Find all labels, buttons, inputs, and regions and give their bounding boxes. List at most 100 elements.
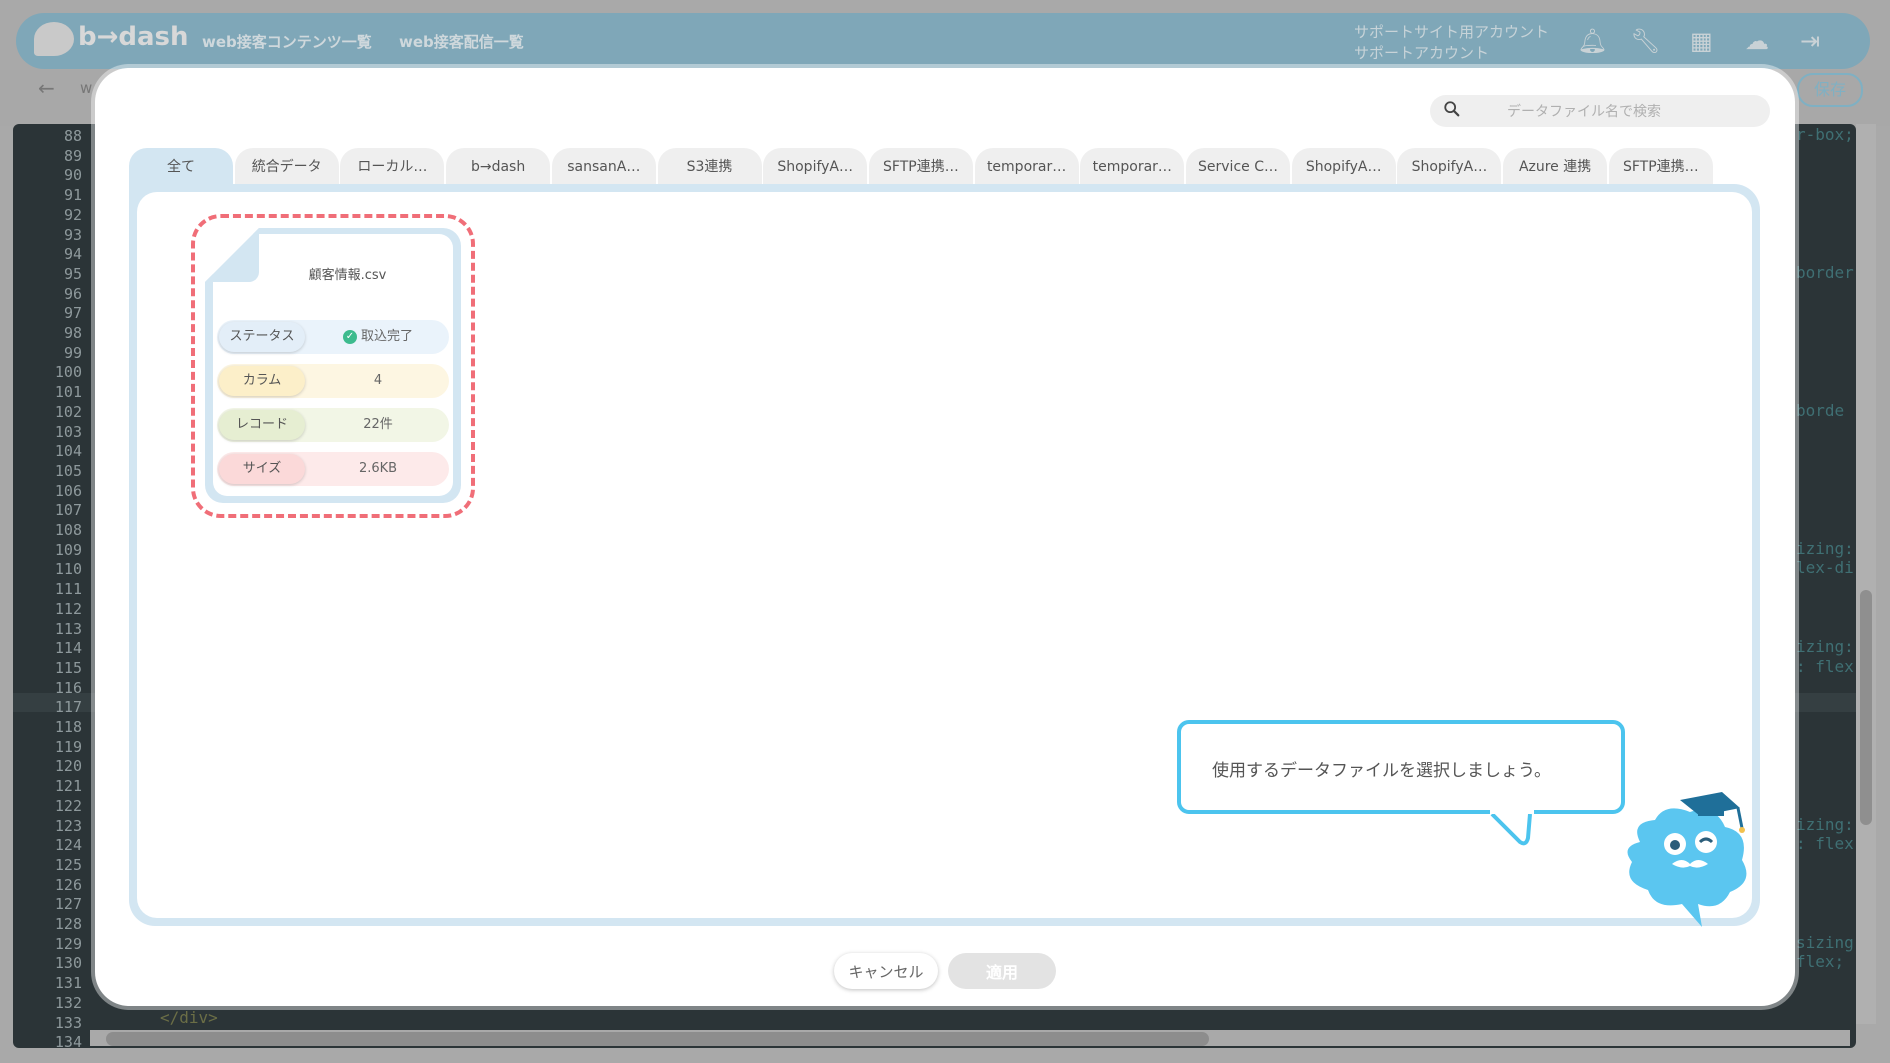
mascot-icon: [1627, 792, 1747, 927]
line-number: 120: [54, 757, 82, 776]
nav-web-content-list[interactable]: web接客コンテンツ一覧: [202, 31, 372, 52]
line-number: 130: [54, 954, 82, 973]
account-sub: サポートアカウント: [1354, 44, 1490, 62]
record-label: レコード: [219, 410, 305, 440]
line-number: 117: [54, 698, 82, 717]
line-number: 93: [63, 225, 82, 244]
line-number: 98: [63, 324, 82, 342]
code-fragment: sizing: [1796, 932, 1854, 952]
wrench-icon[interactable]: 🔧︎: [1630, 27, 1660, 55]
line-number: 89: [63, 146, 82, 165]
status-value: ✓ 取込完了: [307, 320, 449, 354]
code-fragment: flex;: [1796, 952, 1845, 972]
nav-web-delivery-list[interactable]: web接客配信一覧: [399, 31, 524, 52]
line-number: 129: [54, 934, 82, 953]
line-number: 99: [63, 343, 82, 362]
vertical-scroll-thumb[interactable]: [1860, 590, 1872, 825]
save-button[interactable]: 保存: [1797, 73, 1863, 107]
code-fragment: border: [1796, 262, 1854, 282]
column-row: カラム 4: [217, 364, 449, 398]
search-icon: [1444, 101, 1460, 117]
apps-grid-icon[interactable]: ▦: [1690, 27, 1713, 55]
line-number: 97: [63, 304, 82, 323]
line-number: 119: [54, 737, 82, 756]
code-fragment: izing:: [1796, 814, 1854, 834]
size-row: サイズ 2.6KB: [217, 452, 449, 486]
line-number: 122: [54, 796, 82, 815]
line-number: 90: [63, 166, 82, 185]
line-number: 123: [54, 816, 82, 835]
tab-0[interactable]: 全て: [129, 148, 233, 184]
tab-13[interactable]: Azure 連携: [1503, 148, 1608, 184]
line-number: 106: [54, 481, 82, 500]
size-value: 2.6KB: [358, 461, 398, 476]
line-number: 126: [54, 875, 82, 894]
code-fragment: : flex: [1796, 834, 1854, 854]
line-number: 133: [54, 1013, 82, 1032]
page-breadcrumb: w: [80, 79, 93, 97]
line-number: 102: [54, 402, 82, 421]
speech-bubble-tail: [1490, 808, 1534, 846]
line-number: 103: [54, 422, 82, 441]
logo-text: b→dash: [78, 22, 189, 52]
line-number: 110: [54, 560, 82, 579]
logo-icon: [34, 22, 74, 56]
code-fragment: izing:: [1796, 538, 1854, 558]
file-name: 顧客情報.csv: [308, 268, 387, 283]
tab-8[interactable]: temporar…: [974, 148, 1079, 184]
check-icon: ✓: [342, 329, 357, 344]
column-label: カラム: [219, 366, 305, 396]
line-number: 104: [54, 442, 82, 461]
vertical-scrollbar[interactable]: [1856, 124, 1876, 1024]
line-number: 92: [63, 205, 82, 224]
status-row: ステータス ✓ 取込完了: [217, 320, 449, 354]
line-number: 131: [54, 974, 82, 993]
line-number: 114: [54, 639, 82, 658]
size-label: サイズ: [219, 454, 305, 484]
tab-10[interactable]: Service C…: [1186, 148, 1290, 184]
line-number: 94: [63, 245, 82, 264]
guide-message: 使用するデータファイルを選択しましょう。: [1212, 761, 1551, 781]
status-text: 取込完了: [360, 329, 413, 344]
code-fragment: izing:: [1796, 637, 1854, 657]
line-number: 88: [63, 127, 82, 145]
status-label: ステータス: [219, 322, 305, 352]
line-number: 109: [54, 540, 82, 559]
line-number: 132: [54, 993, 82, 1012]
tab-5[interactable]: S3連携: [657, 148, 762, 184]
horizontal-scroll-thumb[interactable]: [106, 1032, 1209, 1046]
file-fold-icon: [205, 228, 259, 282]
code-closing-tag: </div>: [160, 1008, 218, 1027]
logout-icon[interactable]: ⇥: [1800, 27, 1820, 55]
line-number: 96: [63, 284, 82, 303]
mascot-icon[interactable]: ☁: [1745, 27, 1769, 55]
apply-button[interactable]: 適用: [948, 953, 1056, 989]
line-number: 125: [54, 855, 82, 874]
tab-4[interactable]: sansanA…: [551, 148, 656, 184]
line-number: 121: [54, 777, 82, 796]
line-number: 116: [54, 678, 82, 697]
back-arrow-icon[interactable]: ←: [38, 76, 55, 100]
tab-6[interactable]: ShopifyA…: [763, 148, 868, 184]
line-number: 115: [54, 658, 82, 677]
account-name: サポートサイト用アカウント: [1354, 23, 1550, 41]
cancel-button[interactable]: キャンセル: [834, 953, 938, 989]
tab-12[interactable]: ShopifyA…: [1397, 148, 1502, 184]
column-value: 4: [373, 373, 383, 388]
tab-14[interactable]: SFTP連携…: [1608, 148, 1713, 184]
tab-3[interactable]: b→dash: [446, 148, 551, 184]
line-number: 127: [54, 895, 82, 914]
tab-7[interactable]: SFTP連携…: [868, 148, 973, 184]
tab-2[interactable]: ローカル…: [340, 148, 445, 184]
tab-11[interactable]: ShopifyA…: [1291, 148, 1396, 184]
line-number: 95: [63, 264, 82, 283]
tab-1[interactable]: 統合データ: [234, 148, 339, 184]
line-number: 108: [54, 521, 82, 539]
code-fragment: borde: [1796, 400, 1845, 420]
bell-icon[interactable]: 🔔︎: [1577, 27, 1607, 55]
line-number: 107: [54, 501, 82, 520]
tab-9[interactable]: temporar…: [1080, 148, 1185, 184]
line-number: 112: [54, 599, 82, 618]
code-fragment: r-box;: [1796, 125, 1854, 144]
search-input[interactable]: [1505, 95, 1764, 129]
